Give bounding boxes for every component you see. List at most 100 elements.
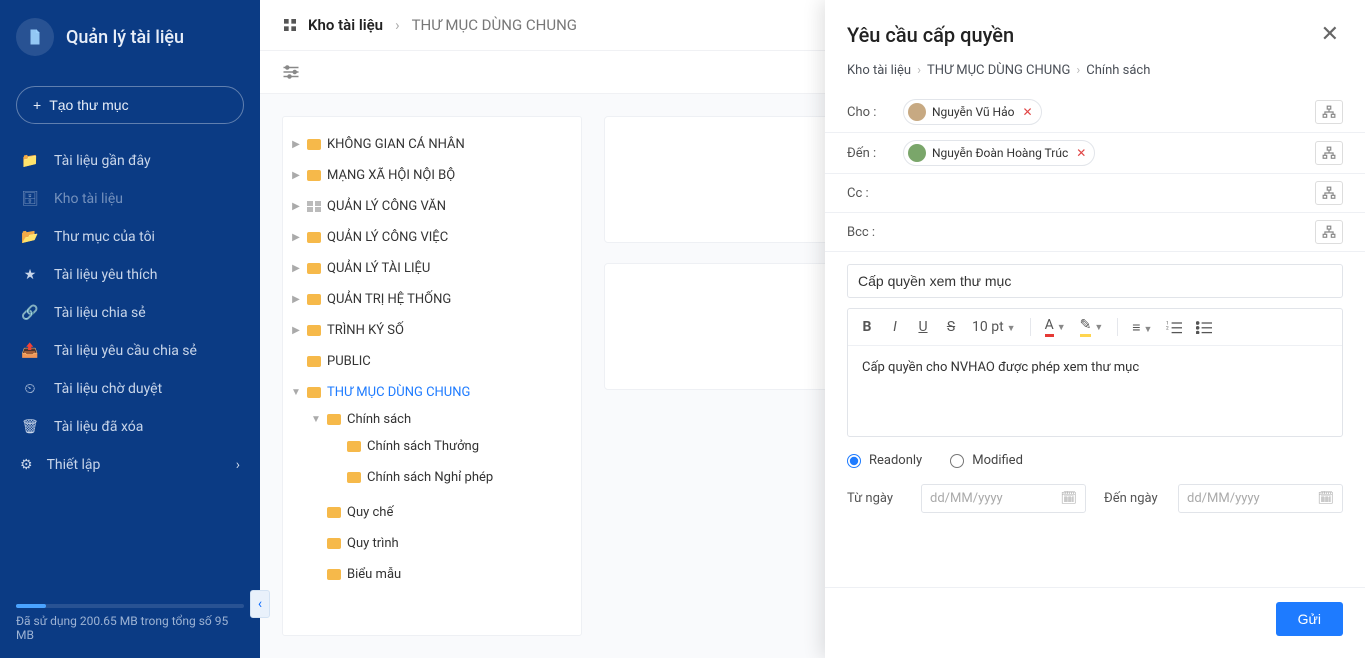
folder-icon: 📁 <box>20 153 40 169</box>
bc-item: Chính sách <box>1086 63 1150 78</box>
field-den: Đến : Nguyễn Đoàn Hoàng Trúc ✕ <box>825 133 1365 174</box>
field-label: Đến : <box>847 146 893 161</box>
align-button[interactable]: ≡▼ <box>1132 319 1152 336</box>
permission-request-panel: Yêu cầu cấp quyền ✕ Kho tài liệu› THƯ MỤ… <box>825 0 1365 658</box>
folder-icon <box>307 232 321 243</box>
tree-label: Quy chế <box>347 505 393 520</box>
tree-item[interactable]: ▶MẠNG XÃ HỘI NỘI BỘ <box>283 164 575 187</box>
tree-item[interactable]: Chính sách Nghỉ phép <box>323 466 575 489</box>
share-icon: 🔗 <box>20 305 40 321</box>
highlight-button[interactable]: ✎▼ <box>1080 317 1104 337</box>
tree-item[interactable]: ▶KHÔNG GIAN CÁ NHÂN <box>283 133 575 156</box>
archive-icon: 🗄 <box>20 191 40 207</box>
ordered-list-button[interactable]: 12 <box>1166 320 1182 334</box>
italic-button[interactable]: I <box>888 319 902 335</box>
caret-down-icon: ▼ <box>1143 325 1152 335</box>
tree-label: QUẢN LÝ TÀI LIỆU <box>327 261 430 276</box>
tree-item[interactable]: Quy trình <box>303 532 575 555</box>
close-button[interactable]: ✕ <box>1317 18 1343 51</box>
request-icon: 📤 <box>20 343 40 359</box>
expand-icon: ▶ <box>291 263 301 274</box>
fontsize-select[interactable]: 10 pt▼ <box>972 319 1016 335</box>
nav-label: Kho tài liệu <box>54 191 123 207</box>
tree-item[interactable]: ▶QUẢN LÝ CÔNG VĂN <box>283 195 575 218</box>
folder-icon <box>347 441 361 452</box>
caret-down-icon: ▼ <box>1007 324 1016 334</box>
nav-label: Tài liệu đã xóa <box>54 419 143 435</box>
editor-body[interactable]: Cấp quyền cho NVHAO được phép xem thư mụ… <box>848 346 1342 436</box>
editor-toolbar: B I U S 10 pt▼ A▼ ✎▼ ≡▼ 12 <box>848 309 1342 346</box>
tree-item[interactable]: Quy chế <box>303 501 575 524</box>
date-range: Từ ngày dd/MM/yyyy 🗓 Đến ngày dd/MM/yyyy… <box>825 474 1365 531</box>
nav-label: Tài liệu yêu thích <box>54 267 157 283</box>
tree-label: QUẢN LÝ CÔNG VIỆC <box>327 230 448 245</box>
nav-pending[interactable]: ⏲Tài liệu chờ duyệt <box>0 370 260 408</box>
chevron-right-icon: › <box>236 457 240 473</box>
readonly-radio[interactable]: Readonly <box>847 453 922 468</box>
tree-item[interactable]: ▶QUẢN TRỊ HỆ THỐNG <box>283 288 575 311</box>
bc-item[interactable]: THƯ MỤC DÙNG CHUNG <box>927 63 1070 78</box>
subject-input[interactable] <box>847 264 1343 298</box>
org-picker-button[interactable] <box>1315 181 1343 205</box>
to-date-input[interactable]: dd/MM/yyyy 🗓 <box>1178 484 1343 513</box>
modified-radio[interactable]: Modified <box>950 453 1023 468</box>
document-icon <box>16 18 54 56</box>
tree-item-expanded[interactable]: ▼THƯ MỤC DÙNG CHUNG <box>283 381 575 404</box>
bold-button[interactable]: B <box>860 319 874 335</box>
nav-settings[interactable]: ⚙Thiết lập › <box>0 446 260 484</box>
from-date-input[interactable]: dd/MM/yyyy 🗓 <box>921 484 1086 513</box>
remove-chip-button[interactable]: ✕ <box>1022 105 1032 119</box>
nav-shared[interactable]: 🔗Tài liệu chia sẻ <box>0 294 260 332</box>
strike-button[interactable]: S <box>944 319 958 335</box>
expand-icon: ▶ <box>291 201 301 212</box>
gear-icon: ⚙ <box>20 457 33 473</box>
brand: Quản lý tài liệu <box>0 0 260 74</box>
expand-icon: ▶ <box>291 325 301 336</box>
org-picker-button[interactable] <box>1315 141 1343 165</box>
bullet-list-button[interactable] <box>1196 320 1212 334</box>
text-color-button[interactable]: A▼ <box>1045 317 1066 337</box>
chevron-right-icon: › <box>917 63 921 78</box>
tree-item[interactable]: Chính sách Thưởng <box>323 435 575 458</box>
breadcrumb-root[interactable]: Kho tài liệu <box>308 16 383 34</box>
tree-item[interactable]: Biểu mẫu <box>303 563 575 586</box>
folder-icon <box>307 356 321 367</box>
folder-icon <box>307 294 321 305</box>
nav-recent[interactable]: 📁 Tài liệu gần đây <box>0 142 260 180</box>
recipient-chip[interactable]: Nguyễn Đoàn Hoàng Trúc ✕ <box>903 140 1095 166</box>
field-cc[interactable]: Cc : <box>825 174 1365 213</box>
tree-item-expanded[interactable]: ▼Chính sách <box>303 408 575 431</box>
expand-icon: ▶ <box>291 139 301 150</box>
send-button[interactable]: Gửi <box>1276 602 1343 636</box>
nav-favorites[interactable]: ★Tài liệu yêu thích <box>0 256 260 294</box>
folder-icon <box>327 569 341 580</box>
org-picker-button[interactable] <box>1315 220 1343 244</box>
storage-footer: Đã sử dụng 200.65 MB trong tổng số 95 MB <box>0 594 260 658</box>
calendar-icon: 🗓 <box>1317 491 1334 506</box>
storage-bar <box>16 604 244 608</box>
remove-chip-button[interactable]: ✕ <box>1076 146 1086 160</box>
field-cho: Cho : Nguyễn Vũ Hảo ✕ <box>825 92 1365 133</box>
tree-item[interactable]: ▶TRÌNH KÝ SỐ <box>283 319 575 342</box>
bc-item[interactable]: Kho tài liệu <box>847 63 911 78</box>
tree-item[interactable]: ▶ QUẢN LÝ TÀI LIỆU <box>283 257 575 280</box>
org-picker-button[interactable] <box>1315 100 1343 124</box>
tree-item[interactable]: ▶QUẢN LÝ CÔNG VIỆC <box>283 226 575 249</box>
expand-icon: ▶ <box>291 294 301 305</box>
tree-item[interactable]: PUBLIC <box>283 350 575 373</box>
nav-label: Tài liệu gần đây <box>54 153 151 169</box>
nav-trash[interactable]: 🗑Tài liệu đã xóa <box>0 408 260 446</box>
collapse-sidebar-button[interactable]: ‹ <box>250 590 270 618</box>
nav-repo[interactable]: 🗄 Kho tài liệu <box>0 180 260 218</box>
collapse-icon: ▼ <box>311 414 321 425</box>
field-bcc[interactable]: Bcc : <box>825 213 1365 252</box>
nav-share-requests[interactable]: 📤Tài liệu yêu cầu chia sẻ <box>0 332 260 370</box>
chevron-right-icon: › <box>1076 63 1080 78</box>
create-folder-button[interactable]: + Tạo thư mục <box>16 86 244 124</box>
nav-my-folders[interactable]: 📂Thư mục của tôi <box>0 218 260 256</box>
underline-button[interactable]: U <box>916 319 930 335</box>
panel-breadcrumb: Kho tài liệu › THƯ MỤC DÙNG CHUNG › Chính … <box>825 59 1365 92</box>
subject-wrap <box>825 252 1365 308</box>
separator <box>1117 318 1118 336</box>
recipient-chip[interactable]: Nguyễn Vũ Hảo ✕ <box>903 99 1042 125</box>
